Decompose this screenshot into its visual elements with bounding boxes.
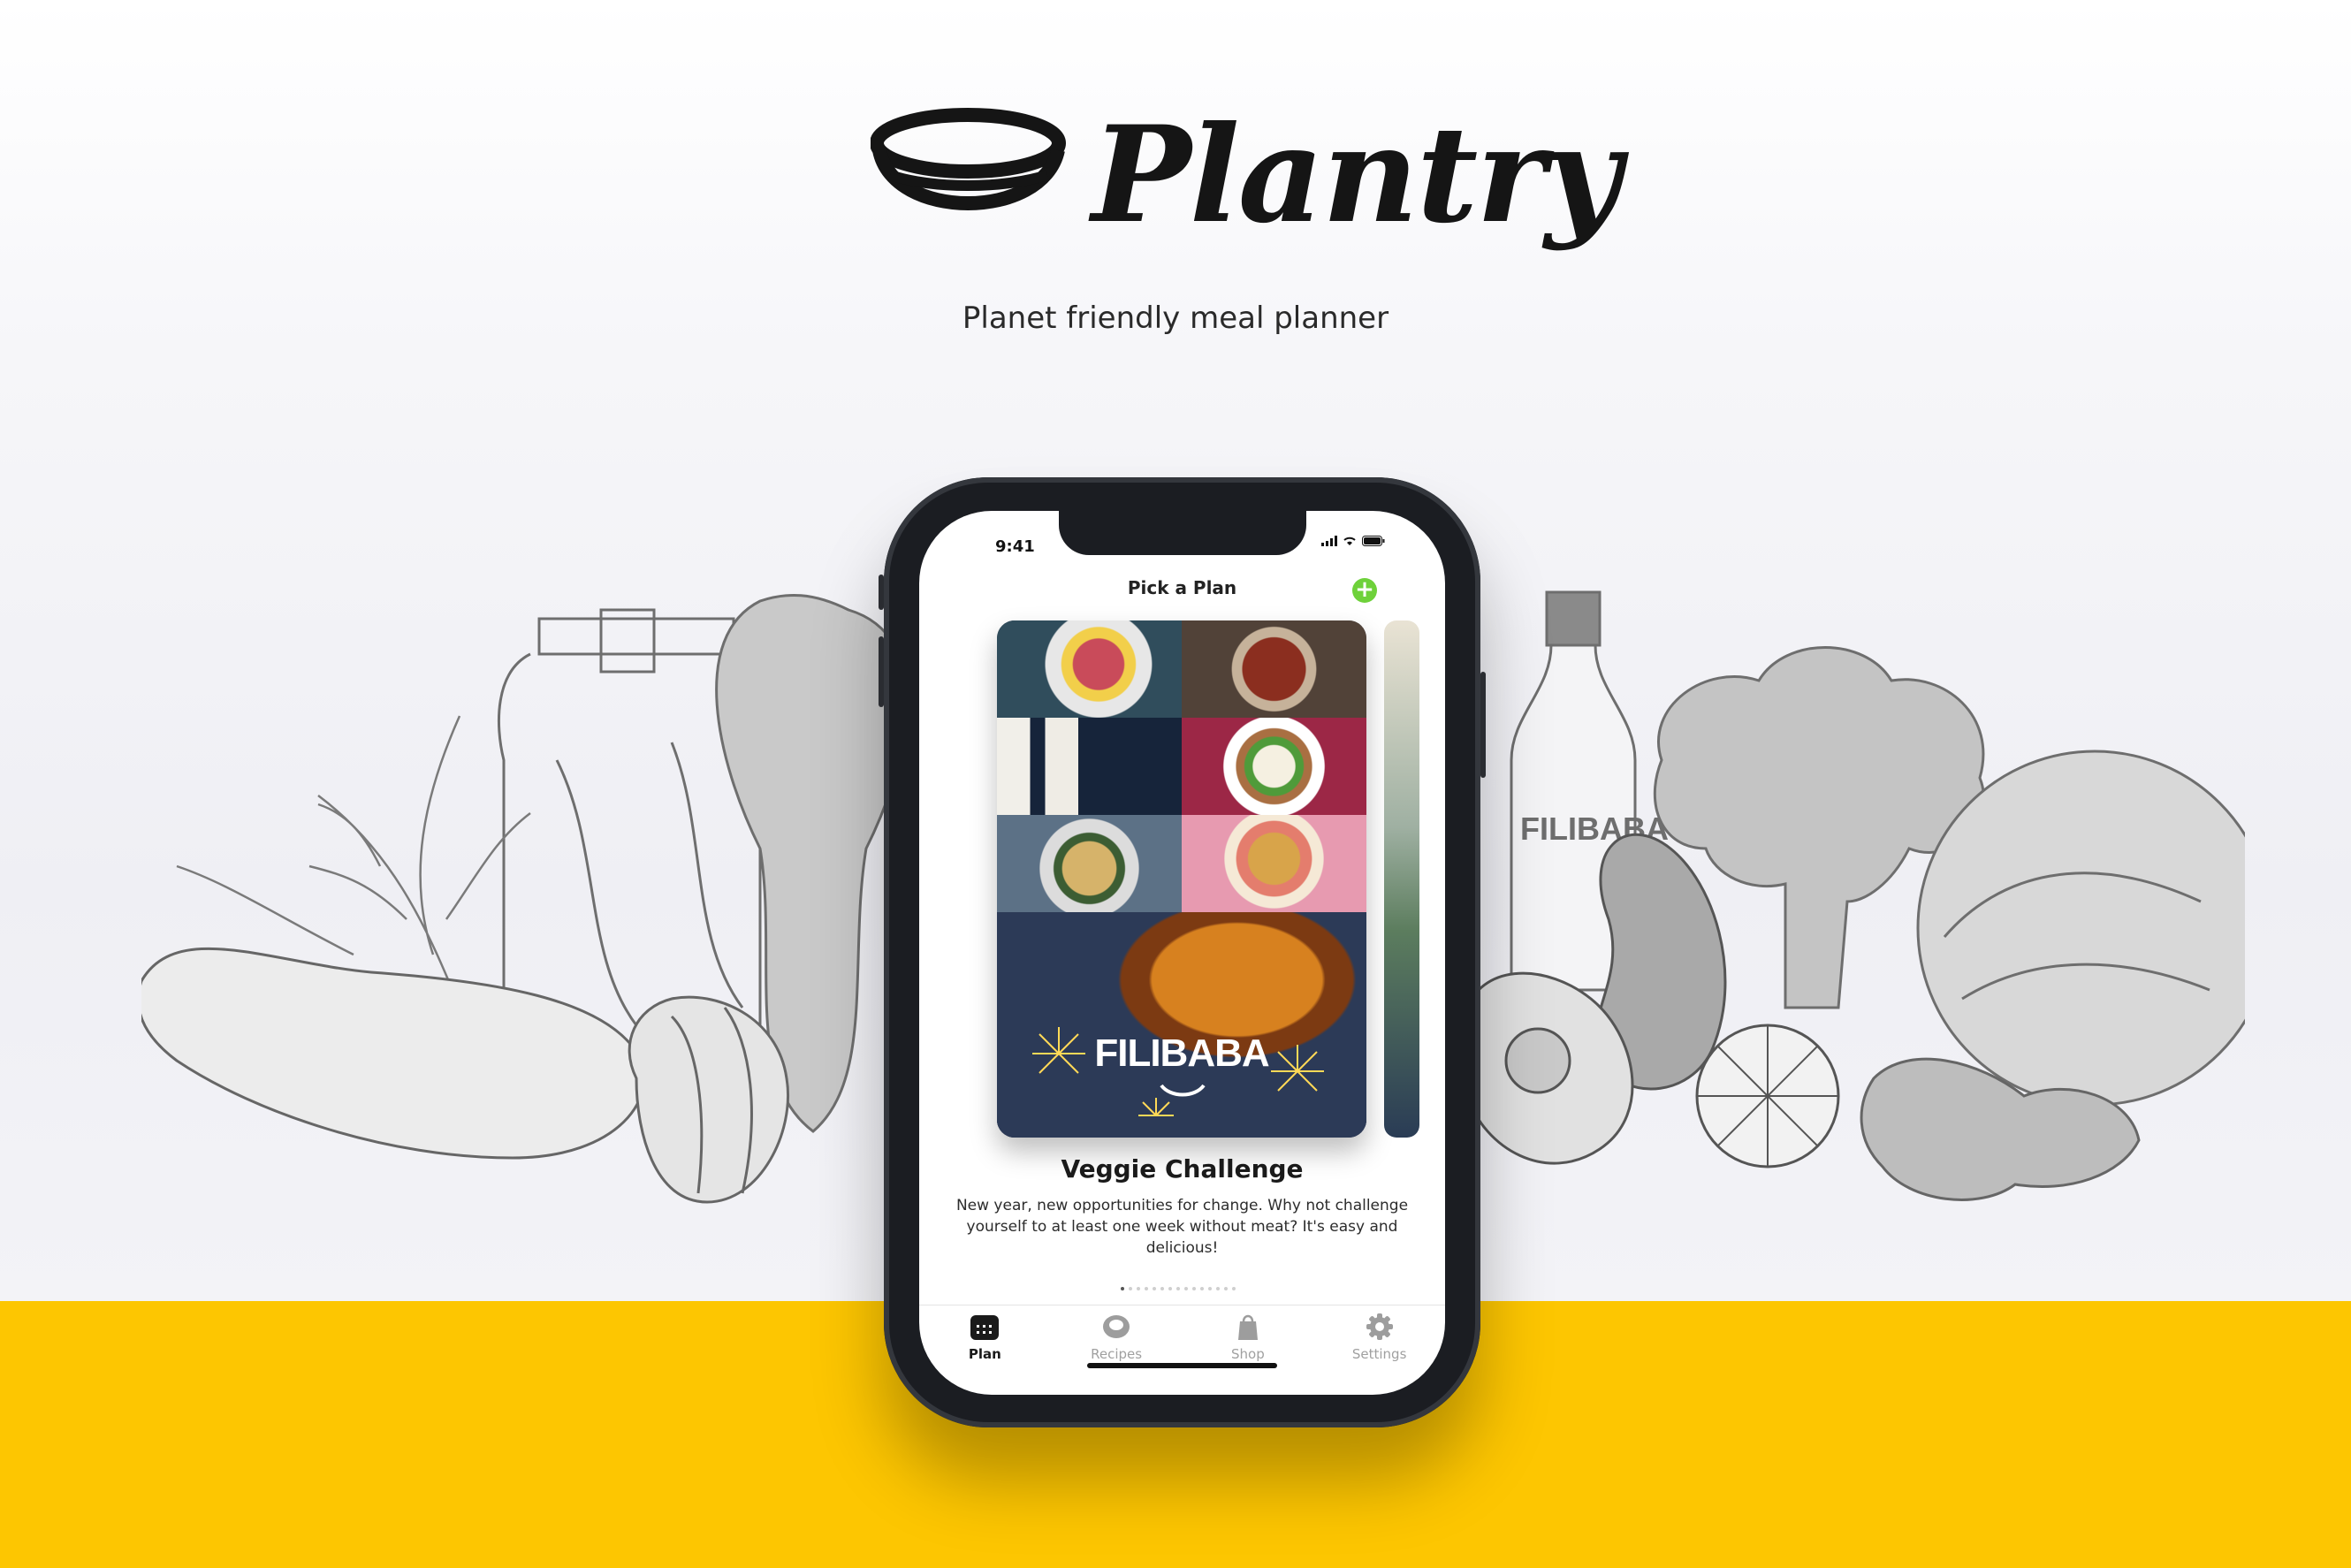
plan-title: Veggie Challenge	[1061, 1154, 1304, 1184]
plus-circle-icon: +	[1355, 576, 1374, 603]
cucumber-sketch	[141, 947, 645, 1160]
chef-hat-icon	[1103, 1315, 1130, 1338]
tab-settings-label: Settings	[1351, 1346, 1407, 1362]
smile-logo-mark	[1160, 1084, 1206, 1097]
signal-icon	[1321, 536, 1337, 546]
tab-plan[interactable]: Plan	[932, 1305, 1038, 1376]
tab-shop-label: Shop	[1231, 1346, 1265, 1362]
phone-notch	[1059, 511, 1306, 555]
page-dot[interactable]	[1121, 1287, 1124, 1290]
page-dot[interactable]	[1200, 1287, 1204, 1290]
left-vegetable-illustration	[141, 583, 937, 1220]
page-dot[interactable]	[1137, 1287, 1140, 1290]
add-plan-button[interactable]: +	[1352, 578, 1377, 603]
food-photo-pasta	[997, 815, 1182, 912]
garlic-sketch	[628, 995, 789, 1204]
plan-description: New year, new opportunities for change. …	[955, 1197, 1409, 1257]
battery-icon	[1362, 536, 1385, 546]
phone-power-button	[1480, 672, 1486, 778]
phone-mockup: 9:41 Pick a Plan + FILIBABA Veggie Chall…	[879, 477, 1486, 1427]
page-indicator[interactable]	[1121, 1287, 1236, 1290]
food-photo-spring-rolls	[997, 718, 1182, 815]
calendar-icon	[970, 1315, 1000, 1340]
food-photo-salad-bowl	[997, 620, 1182, 718]
page-dot[interactable]	[1232, 1287, 1236, 1290]
tagline: Planet friendly meal planner	[962, 301, 1389, 336]
next-plan-card-peek[interactable]	[1384, 620, 1419, 1138]
phone-volume-button	[879, 636, 884, 707]
page-dot[interactable]	[1208, 1287, 1212, 1290]
page-dot[interactable]	[1129, 1287, 1132, 1290]
bowl-icon	[871, 108, 1066, 210]
food-photo-stew	[1182, 620, 1366, 718]
page-dot[interactable]	[1176, 1287, 1180, 1290]
phone-side-button	[879, 575, 884, 610]
lemon-sketch	[1695, 1024, 1840, 1168]
page-dot[interactable]	[1224, 1287, 1228, 1290]
filibaba-overlay: FILIBABA	[1094, 1031, 1269, 1075]
tab-plan-label: Plan	[968, 1346, 1001, 1362]
page-dot[interactable]	[1168, 1287, 1172, 1290]
page-dot[interactable]	[1184, 1287, 1188, 1290]
wifi-icon	[1343, 537, 1356, 545]
plantry-wordmark: Plantry	[1092, 97, 1621, 253]
plan-card[interactable]: FILIBABA	[997, 620, 1366, 1138]
food-photo-plate	[1182, 718, 1366, 815]
plantry-logo: Plantry	[871, 97, 1621, 274]
page-dot[interactable]	[1192, 1287, 1196, 1290]
page-dot[interactable]	[1216, 1287, 1220, 1290]
gear-icon	[1366, 1313, 1393, 1340]
tab-settings[interactable]: Settings	[1327, 1305, 1433, 1376]
page-dot[interactable]	[1160, 1287, 1164, 1290]
phone-screen: 9:41 Pick a Plan + FILIBABA Veggie Chall…	[919, 511, 1445, 1395]
status-icons	[1321, 536, 1385, 546]
food-photo-fries	[1182, 815, 1366, 912]
shopping-bag-icon	[1237, 1314, 1258, 1340]
tab-recipes-label: Recipes	[1091, 1346, 1143, 1362]
page-dot[interactable]	[1145, 1287, 1148, 1290]
home-indicator	[1087, 1363, 1277, 1368]
status-time: 9:41	[995, 537, 1035, 556]
cabbage-sketch	[1916, 750, 2245, 1107]
page-dot[interactable]	[1153, 1287, 1156, 1290]
right-vegetable-illustration: FILIBABA	[1449, 583, 2245, 1220]
